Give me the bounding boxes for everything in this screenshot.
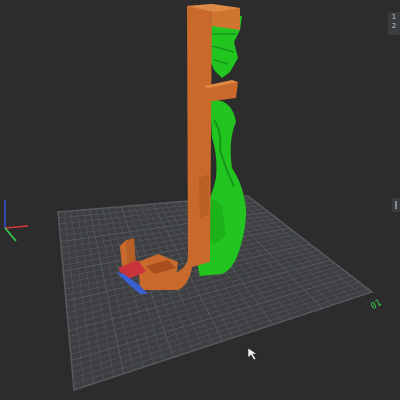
3d-viewport[interactable] — [0, 0, 400, 400]
handle-icon — [395, 201, 397, 209]
corner-label-bottom: 2 — [391, 22, 397, 30]
mouse-cursor-icon — [247, 347, 258, 361]
corner-label-top: 1 — [391, 13, 397, 21]
axis-gizmo-icon — [4, 200, 29, 242]
corner-indicator[interactable]: 1 2 — [388, 12, 400, 35]
side-panel-toggle[interactable] — [392, 198, 400, 212]
